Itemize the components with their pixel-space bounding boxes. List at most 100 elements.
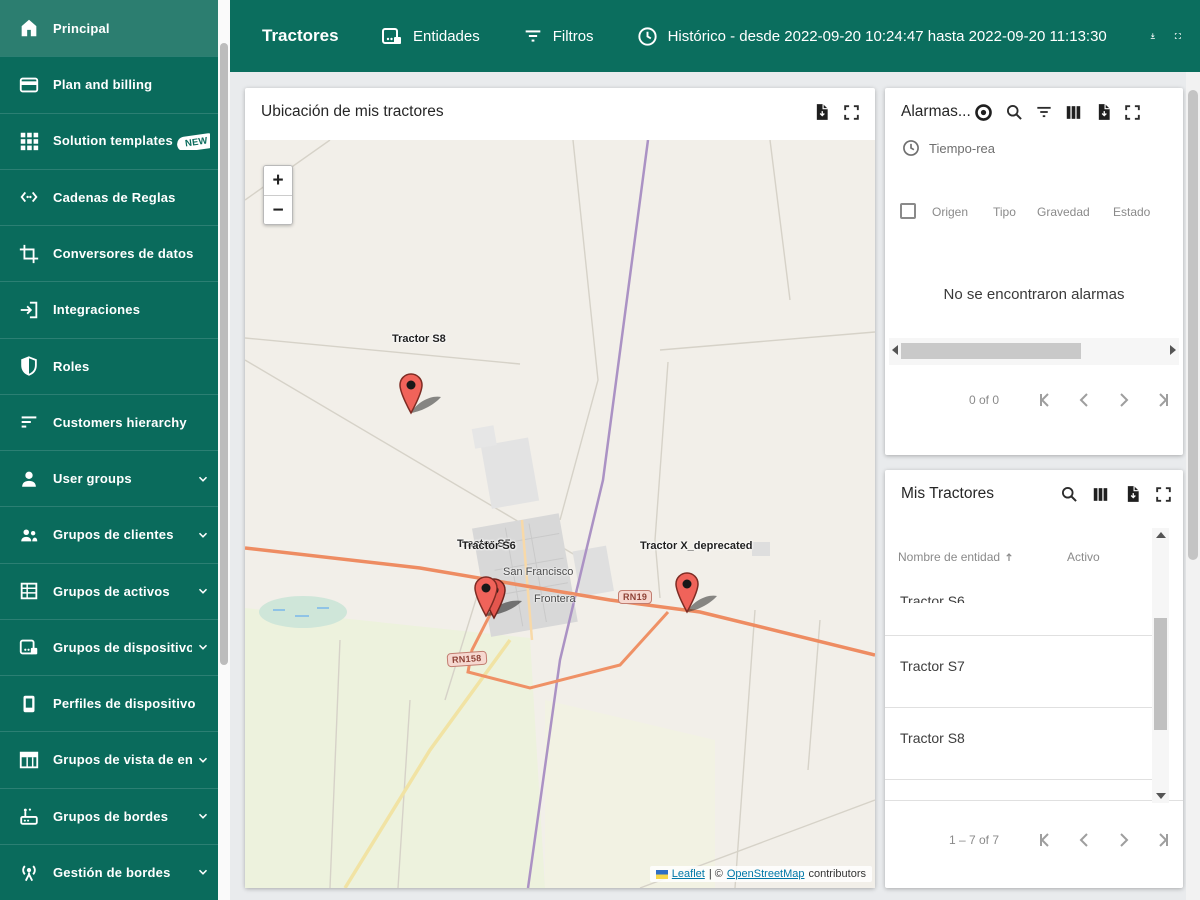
- sidebar-item-label: Conversores de datos: [53, 246, 194, 262]
- timewindow-button[interactable]: Histórico - desde 2022-09-20 10:24:47 ha…: [636, 25, 1107, 48]
- sidebar-item-entity-view-groups[interactable]: Grupos de vista de enti...: [0, 731, 218, 787]
- column-entity-name[interactable]: Nombre de entidad: [898, 550, 1015, 564]
- sidebar-item-roles[interactable]: Roles: [0, 337, 218, 394]
- sidebar-scrollbar[interactable]: [218, 0, 230, 900]
- column-severity[interactable]: Gravedad: [1037, 205, 1090, 219]
- column-origin[interactable]: Origen: [932, 205, 968, 219]
- sidebar-item-label: Cadenas de Reglas: [53, 189, 176, 205]
- select-all-checkbox[interactable]: [900, 203, 916, 219]
- table-row-tractor-s8[interactable]: Tractor S8: [885, 730, 1153, 754]
- sidebar-item-label: Plan and billing: [53, 77, 153, 93]
- sidebar-scrollbar-thumb[interactable]: [220, 43, 228, 665]
- table-row-tractor-s7[interactable]: Tractor S7: [885, 658, 1153, 682]
- zoom-out-button[interactable]: −: [264, 195, 292, 224]
- column-active[interactable]: Activo: [1067, 550, 1100, 564]
- previous-page-icon[interactable]: [1073, 828, 1097, 852]
- sort-ascending-icon: [1006, 553, 1012, 561]
- sidebar-item-user-groups[interactable]: User groups: [0, 450, 218, 506]
- sidebar: Principal Plan and billing Solution temp…: [0, 0, 218, 900]
- scroll-down-arrow[interactable]: [1156, 793, 1166, 799]
- chevron-down-icon: [198, 645, 208, 651]
- sidebar-item-asset-groups[interactable]: Grupos de activos: [0, 562, 218, 619]
- entities-button[interactable]: Entidades: [380, 24, 480, 48]
- first-page-icon[interactable]: [1035, 828, 1059, 852]
- leaflet-map[interactable]: + − Tractor S8 Tractor S5 Tractor S6 Tra…: [245, 140, 875, 888]
- main-scrollbar[interactable]: [1186, 72, 1200, 900]
- search-icon[interactable]: [1004, 102, 1024, 122]
- devices-icon: [19, 640, 38, 655]
- download-icon[interactable]: [1149, 23, 1157, 49]
- fullscreen-icon[interactable]: [842, 103, 861, 122]
- table-row-partial[interactable]: Tractor S6: [885, 594, 1153, 603]
- columns-icon[interactable]: [1064, 103, 1083, 122]
- column-type[interactable]: Tipo: [993, 205, 1016, 219]
- last-page-icon[interactable]: [1149, 388, 1173, 412]
- alarms-scrollbar-thumb[interactable]: [901, 343, 1081, 359]
- sidebar-item-label: Grupos de clientes: [53, 527, 174, 543]
- fullscreen-icon[interactable]: [1123, 103, 1142, 122]
- leaflet-link[interactable]: Leaflet: [672, 868, 705, 880]
- scroll-left-arrow[interactable]: [892, 345, 898, 355]
- filters-button[interactable]: Filtros: [522, 25, 594, 47]
- map-marker-tractor-x[interactable]: [673, 569, 729, 615]
- alarms-horizontal-scrollbar[interactable]: [889, 338, 1179, 365]
- sidebar-item-principal[interactable]: Principal: [0, 0, 218, 57]
- export-icon[interactable]: [1122, 484, 1142, 504]
- shield-icon: [21, 356, 37, 376]
- map-marker-cluster[interactable]: [470, 572, 536, 620]
- town-label: Frontera: [534, 593, 576, 605]
- filter-icon[interactable]: [1034, 102, 1054, 122]
- sidebar-item-rule-chains[interactable]: Cadenas de Reglas: [0, 168, 218, 225]
- columns-icon[interactable]: [1091, 485, 1110, 504]
- column-status[interactable]: Estado: [1113, 205, 1150, 219]
- export-icon[interactable]: [811, 102, 831, 122]
- map-attribution: Leaflet | © OpenStreetMap contributors: [649, 866, 872, 882]
- sidebar-item-label: Grupos de dispositivos: [53, 639, 192, 655]
- scroll-right-arrow[interactable]: [1170, 345, 1176, 355]
- map-widget-title: Ubicación de mis tractores: [261, 103, 444, 120]
- entity-view-icon: [19, 751, 39, 769]
- next-page-icon[interactable]: [1111, 388, 1135, 412]
- tractors-vertical-scrollbar[interactable]: [1152, 528, 1169, 803]
- sidebar-item-customers-hierarchy[interactable]: Customers hierarchy: [0, 393, 218, 450]
- osm-link[interactable]: OpenStreetMap: [727, 868, 805, 880]
- billing-card-icon: [19, 77, 39, 93]
- chevron-down-icon: [198, 476, 208, 482]
- fullscreen-icon[interactable]: [1174, 23, 1182, 49]
- sidebar-item-edge-management[interactable]: Gestión de bordes: [0, 843, 218, 900]
- export-icon[interactable]: [1093, 102, 1113, 122]
- sidebar-item-edge-groups[interactable]: Grupos de bordes: [0, 787, 218, 844]
- clock-icon: [637, 26, 657, 46]
- tractors-pagination: 1 – 7 of 7: [885, 828, 1173, 852]
- sidebar-item-converters[interactable]: Conversores de datos: [0, 225, 218, 281]
- fullscreen-icon[interactable]: [1154, 485, 1173, 504]
- sidebar-item-device-profiles[interactable]: Perfiles de dispositivo: [0, 675, 218, 731]
- chevron-down-icon: [198, 757, 208, 763]
- first-page-icon[interactable]: [1035, 388, 1059, 412]
- sidebar-item-label: Gestión de bordes: [53, 864, 171, 880]
- sidebar-item-label: Roles: [53, 358, 90, 374]
- sidebar-item-integrations[interactable]: Integraciones: [0, 281, 218, 337]
- tractors-scrollbar-thumb[interactable]: [1154, 618, 1167, 730]
- main-scrollbar-thumb[interactable]: [1188, 90, 1198, 560]
- zoom-in-button[interactable]: +: [264, 166, 292, 195]
- eye-icon[interactable]: [973, 102, 994, 123]
- alarms-timewindow-button[interactable]: Tiempo-rea: [885, 136, 1183, 158]
- sidebar-item-customer-groups[interactable]: Grupos de clientes: [0, 506, 218, 562]
- assets-icon: [20, 582, 38, 600]
- alarms-widget: Alarmas... Tiempo-rea Origen Tipo Graved…: [885, 88, 1183, 455]
- sidebar-item-solution-templates[interactable]: Solution templates NEW: [0, 112, 218, 169]
- next-page-icon[interactable]: [1111, 828, 1135, 852]
- alarms-pagination: 0 of 0: [885, 388, 1173, 412]
- sidebar-item-device-groups[interactable]: Grupos de dispositivos: [0, 618, 218, 675]
- alarms-widget-title: Alarmas...: [901, 103, 971, 120]
- sidebar-item-plan-billing[interactable]: Plan and billing: [0, 56, 218, 112]
- map-marker-tractor-s8[interactable]: [397, 370, 453, 416]
- previous-page-icon[interactable]: [1073, 388, 1097, 412]
- sidebar-item-label: Perfiles de dispositivo: [53, 696, 196, 712]
- scroll-up-arrow[interactable]: [1156, 532, 1166, 538]
- search-icon[interactable]: [1059, 484, 1079, 504]
- last-page-icon[interactable]: [1149, 828, 1173, 852]
- alarms-table-header: Origen Tipo Gravedad Estado: [885, 200, 1183, 236]
- entities-icon: [382, 28, 401, 44]
